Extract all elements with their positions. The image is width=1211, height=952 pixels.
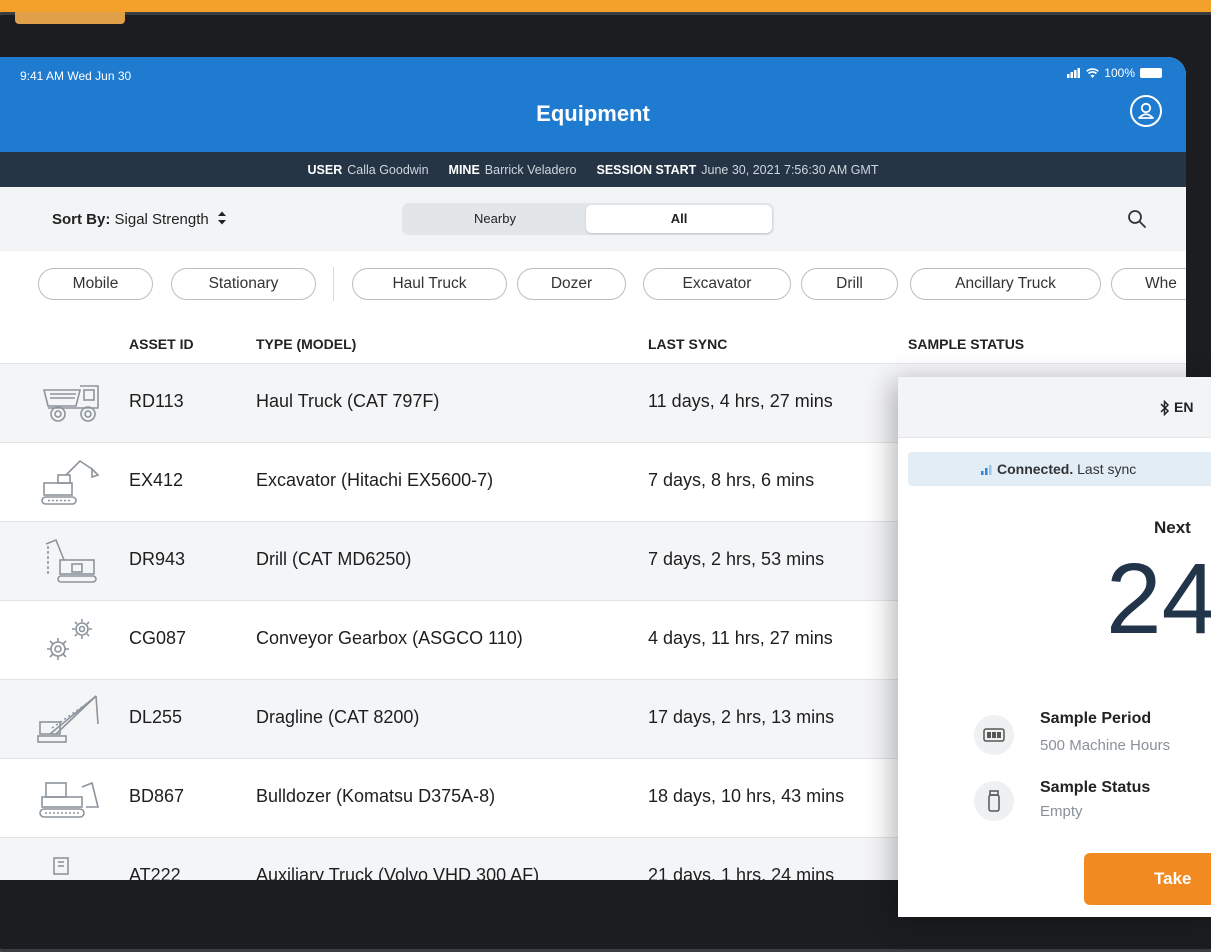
asset-id: BD867 [129,786,185,806]
bulldozer-icon [39,781,100,818]
take-sample-button[interactable]: Take [1084,853,1211,905]
tablet-bezel-detail [15,12,125,24]
haul-truck-icon [42,385,99,422]
sample-bottle-icon [974,781,1014,821]
sampling-panel: EN Connected. Last sync Next 24 Sample P… [898,377,1211,917]
panel-header-label: EN [1174,399,1194,415]
panel-header: EN [898,377,1211,438]
status-indicators: 100% [1067,66,1162,80]
drill-icon [45,538,97,583]
asset-id: AT222 [129,865,181,880]
chip-excavator[interactable]: Excavator [643,268,791,300]
chip-drill[interactable]: Drill [801,268,898,300]
asset-id: EX412 [129,470,184,490]
asset-type: Conveyor Gearbox (ASGCO 110) [256,628,523,648]
segmented-control: Nearby All [402,203,774,235]
asset-id: CG087 [129,628,187,648]
signal-strength-icon [981,465,992,475]
signal-icon [1067,68,1081,78]
chip-dozer[interactable]: Dozer [517,268,626,300]
session-start: SESSION START June 30, 2021 7:56:30 AM GM… [596,162,879,177]
col-last-sync: LAST SYNC [648,336,728,352]
last-sync: 4 days, 11 hrs, 27 mins [648,628,833,648]
tab-all[interactable]: All [586,205,772,233]
chip-mobile[interactable]: Mobile [38,268,153,300]
status-time: 9:41 AM Wed Jun 30 [20,69,132,83]
asset-id: RD113 [129,391,184,411]
page-title: Equipment [536,101,650,126]
sort-label: Sort By: [52,211,111,228]
asset-type: Dragline (CAT 8200) [256,707,420,727]
sample-period-title: Sample Period [1040,710,1152,727]
session-user: USER Calla Goodwin [307,162,429,177]
sample-period-icon [974,715,1014,755]
last-sync-label: Last sync [1077,461,1137,477]
battery-percent: 100% [1104,66,1135,80]
session-mine: MINE Barrick Veladero [448,162,577,177]
chip-ancillary-truck[interactable]: Ancillary Truck [910,268,1101,300]
last-sync: 7 days, 8 hrs, 6 mins [648,470,815,490]
session-bar: USER Calla Goodwin MINE Barrick Veladero S… [0,152,1186,187]
col-type-model: TYPE (MODEL) [256,336,357,352]
sample-status-value: Empty [1040,803,1083,820]
col-asset-id: ASSET ID [129,336,194,352]
asset-id: DR943 [129,549,186,569]
filter-chips: Mobile Stationary Haul Truck Dozer Excav… [0,251,1186,320]
asset-type: Auxiliary Truck (Volvo VHD 300 AF) [256,865,540,880]
last-sync: 17 days, 2 hrs, 13 mins [648,707,835,727]
chip-wheel-partial[interactable]: Whe [1111,268,1186,300]
ancillary-truck-icon [53,857,69,875]
last-sync: 18 days, 10 hrs, 43 mins [648,786,845,806]
next-sample-label: Next [1154,518,1191,537]
tab-nearby[interactable]: Nearby [404,205,586,233]
sample-status-title: Sample Status [1040,779,1151,796]
sort-value: Sigal Strength [114,211,209,228]
asset-id: DL255 [129,707,183,727]
last-sync: 11 days, 4 hrs, 27 mins [648,391,833,411]
bluetooth-icon [1160,400,1170,416]
chip-divider [333,267,334,301]
last-sync: 21 days, 1 hrs, 24 mins [648,865,835,880]
dragline-icon [37,695,99,743]
chip-haul-truck[interactable]: Haul Truck [352,268,507,300]
asset-type: Drill (CAT MD6250) [256,549,412,569]
last-sync: 7 days, 2 hrs, 53 mins [648,549,825,569]
battery-icon [1140,68,1162,78]
connection-banner: Connected. Last sync [908,452,1211,486]
asset-type: Haul Truck (CAT 797F) [256,391,440,411]
wifi-icon [1086,68,1100,78]
col-sample-status: SAMPLE STATUS [908,336,1025,352]
chip-stationary[interactable]: Stationary [171,268,316,300]
gearbox-icon [47,619,92,660]
table-header: ASSET ID TYPE (MODEL) LAST SYNC SAMPLE S… [0,319,1186,367]
next-sample-countdown: 24 [1106,543,1211,655]
toolbar: Sort By: Sigal Strength Nearby All [0,187,1186,252]
sort-chevrons-icon [217,211,226,225]
sort-dropdown[interactable]: Sort By: Sigal Strength [52,210,227,228]
connection-status: Connected. [997,461,1074,477]
profile-icon[interactable] [1130,95,1162,127]
search-icon[interactable] [1127,209,1147,229]
asset-type: Bulldozer (Komatsu D375A-8) [256,786,496,806]
excavator-icon [41,459,100,505]
app-bar: 9:41 AM Wed Jun 30 100% Equipment [0,57,1186,152]
sample-period-value: 500 Machine Hours [1040,737,1171,754]
asset-type: Excavator (Hitachi EX5600-7) [256,470,494,490]
